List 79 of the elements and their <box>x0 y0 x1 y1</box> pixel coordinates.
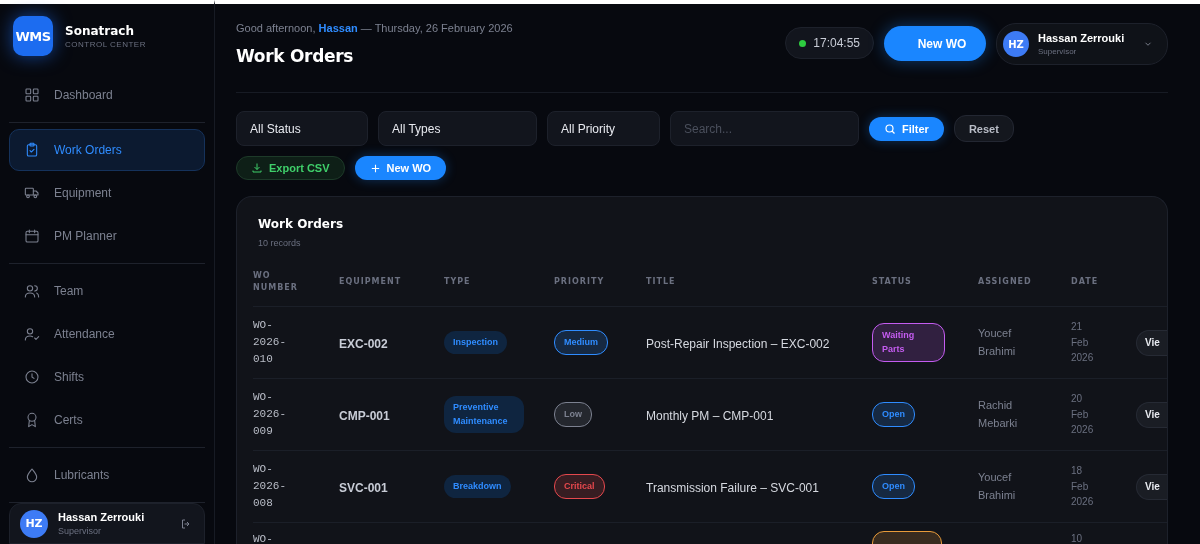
sidebar-item[interactable]: Equipment <box>9 172 205 215</box>
wo-number: WO-2026-008 <box>253 461 286 511</box>
column-header: WO NUMBER <box>253 270 299 294</box>
clock-badge: 17:04:55 <box>785 27 874 59</box>
grid-icon <box>24 87 40 104</box>
user-check-icon <box>24 326 40 343</box>
priority-tag: Medium <box>554 329 608 356</box>
page-title: Work Orders <box>236 46 355 66</box>
assignee-name: Rachid Mebarki <box>978 398 1019 431</box>
wo-date: 18 Feb 2026 <box>1071 464 1095 510</box>
sidebar-item[interactable]: Dashboard <box>9 74 205 117</box>
column-header: STATUS <box>872 276 913 288</box>
column-header: TYPE <box>444 276 472 288</box>
user-name: Hassan Zerrouki <box>58 511 146 524</box>
sidebar-item[interactable]: Shifts <box>9 356 205 399</box>
column-header: ASSIGNED <box>978 276 1033 288</box>
clock-icon <box>24 369 40 386</box>
status-tag: Waiting Parts <box>872 323 945 362</box>
type-tag: Inspection <box>444 330 507 355</box>
sidebar-item[interactable]: Work Orders <box>9 129 205 172</box>
priority-tag: Critical <box>554 473 605 500</box>
wo-date: 20 Feb 2026 <box>1071 392 1095 438</box>
view-button[interactable]: Vie <box>1136 401 1167 428</box>
wo-title: Monthly PM – CMP-001 <box>646 408 774 423</box>
drop-icon <box>24 467 40 484</box>
people-icon <box>24 283 40 300</box>
export-csv-button[interactable]: Export CSV <box>236 156 345 180</box>
new-wo-button[interactable]: New WO <box>354 156 447 180</box>
priority-tag: Low <box>554 401 592 428</box>
wo-date: 10 <box>1071 532 1084 544</box>
wo-number: WO-2026-010 <box>253 317 286 367</box>
logout-icon[interactable] <box>180 517 192 530</box>
reset-button[interactable]: Reset <box>953 115 1014 142</box>
wo-title: Post-Repair Inspection – EXC-002 <box>646 336 830 351</box>
column-header: PRIORITY <box>554 276 606 288</box>
wo-date: 21 Feb 2026 <box>1071 320 1095 366</box>
column-header: EQUIPMENT <box>339 276 403 288</box>
card-title: Work Orders <box>258 217 345 231</box>
type-tag: Breakdown <box>444 474 511 499</box>
sidebar-item[interactable]: PM Planner <box>9 215 205 258</box>
sidebar-item[interactable]: Attendance <box>9 313 205 356</box>
wo-number: WO- <box>253 532 274 544</box>
download-icon <box>251 162 263 174</box>
wo-title: Transmission Failure – SVC-001 <box>646 480 819 495</box>
column-header: TITLE <box>646 276 677 288</box>
sidebar-item[interactable]: Lubricants <box>9 454 205 497</box>
view-button[interactable]: Vie <box>1136 329 1167 356</box>
assignee-name: Youcef Brahimi <box>978 326 1017 359</box>
equipment-code: CMP-001 <box>339 408 390 423</box>
type-tag: Preventive Maintenance <box>444 396 524 433</box>
clipboard-icon <box>24 142 40 159</box>
view-button[interactable]: Vie <box>1136 473 1167 500</box>
status-tag: Open <box>872 401 915 428</box>
wo-number: WO-2026-009 <box>253 389 286 439</box>
plus-icon <box>369 162 381 174</box>
sidebar-item[interactable]: Team <box>9 270 205 313</box>
record-count: 10 records <box>258 238 302 248</box>
brand-subtitle: CONTROL CENTER <box>65 39 146 49</box>
greeting-text: Good afternoon, Hassan — Thursday, 26 February 2026 <box>236 22 514 34</box>
ribbon-icon <box>24 412 40 429</box>
user-avatar: HZ <box>20 509 48 538</box>
new-wo-button[interactable]: New WO <box>884 26 986 61</box>
priority-dropdown[interactable]: All Priority <box>547 111 660 146</box>
equipment-code: SVC-001 <box>339 480 388 495</box>
assignee-name: Youcef Brahimi <box>978 470 1017 503</box>
filter-button[interactable]: Filter <box>869 116 944 141</box>
column-header: DATE <box>1071 276 1100 288</box>
user-role: Supervisor <box>58 526 103 537</box>
user-menu[interactable]: HZ Hassan Zerrouki Supervisor <box>996 23 1168 65</box>
search-icon <box>884 122 896 135</box>
sidebar-item[interactable]: Certs <box>9 399 205 442</box>
status-tag: Open <box>872 473 915 500</box>
status-dropdown[interactable]: All Status <box>236 111 368 146</box>
brand-name: Sonatrach <box>65 23 135 38</box>
type-dropdown[interactable]: All Types <box>378 111 537 146</box>
calendar-icon <box>24 228 40 245</box>
search-field[interactable]: Search... <box>670 111 859 146</box>
equipment-code: EXC-002 <box>339 336 388 351</box>
app-logo: WMS <box>13 16 53 57</box>
